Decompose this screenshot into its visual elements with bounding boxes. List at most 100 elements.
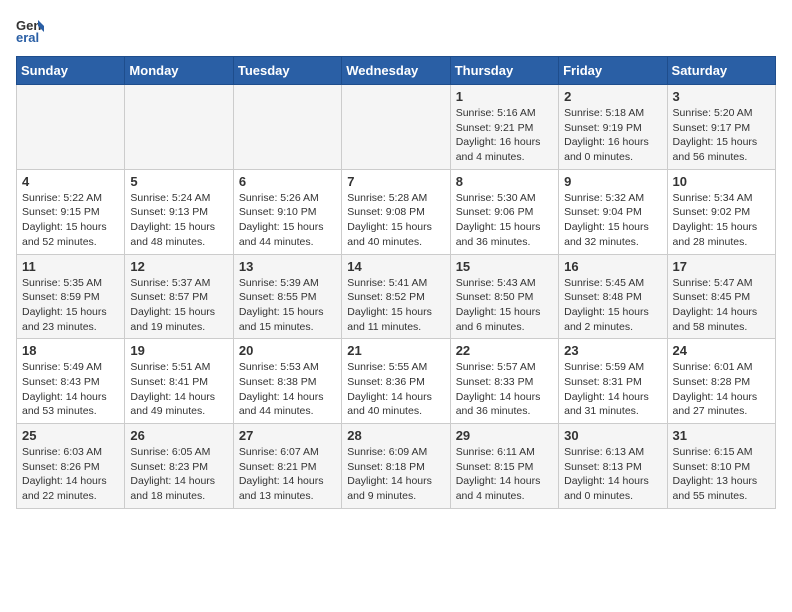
- day-number: 29: [456, 428, 553, 443]
- week-row-5: 25 Sunrise: 6:03 AM Sunset: 8:26 PM Dayli…: [17, 424, 776, 509]
- day-cell: 15 Sunrise: 5:43 AM Sunset: 8:50 PM Dayli…: [450, 254, 558, 339]
- day-number: 18: [22, 343, 119, 358]
- day-cell: 3Sunrise: 5:20 AM Sunset: 9:17 PM Daylig…: [667, 85, 775, 170]
- day-number: 27: [239, 428, 336, 443]
- day-number: 8: [456, 174, 553, 189]
- weekday-header-sunday: Sunday: [17, 57, 125, 85]
- day-info: Sunrise: 5:59 AM Sunset: 8:31 PM Dayligh…: [564, 360, 661, 419]
- day-cell: 20 Sunrise: 5:53 AM Sunset: 8:38 PM Dayli…: [233, 339, 341, 424]
- day-cell: 9Sunrise: 5:32 AM Sunset: 9:04 PM Daylig…: [559, 169, 667, 254]
- day-info: Sunrise: 6:03 AM Sunset: 8:26 PM Dayligh…: [22, 445, 119, 504]
- day-info: Sunrise: 5:39 AM Sunset: 8:55 PM Dayligh…: [239, 276, 336, 335]
- day-number: 7: [347, 174, 444, 189]
- day-info: Sunrise: 5:34 AM Sunset: 9:02 PM Dayligh…: [673, 191, 770, 250]
- day-info: Sunrise: 6:13 AM Sunset: 8:13 PM Dayligh…: [564, 445, 661, 504]
- day-info: Sunrise: 6:15 AM Sunset: 8:10 PM Dayligh…: [673, 445, 770, 504]
- day-number: 17: [673, 259, 770, 274]
- page-header: Gen eral: [16, 16, 776, 44]
- day-cell: 24 Sunrise: 6:01 AM Sunset: 8:28 PM Dayli…: [667, 339, 775, 424]
- day-info: Sunrise: 5:57 AM Sunset: 8:33 PM Dayligh…: [456, 360, 553, 419]
- day-cell: 16 Sunrise: 5:45 AM Sunset: 8:48 PM Dayli…: [559, 254, 667, 339]
- day-cell: [125, 85, 233, 170]
- day-info: Sunrise: 5:18 AM Sunset: 9:19 PM Dayligh…: [564, 106, 661, 165]
- day-cell: 10 Sunrise: 5:34 AM Sunset: 9:02 PM Dayli…: [667, 169, 775, 254]
- day-number: 25: [22, 428, 119, 443]
- day-number: 4: [22, 174, 119, 189]
- day-number: 14: [347, 259, 444, 274]
- day-info: Sunrise: 5:20 AM Sunset: 9:17 PM Dayligh…: [673, 106, 770, 165]
- day-number: 23: [564, 343, 661, 358]
- day-number: 24: [673, 343, 770, 358]
- day-number: 22: [456, 343, 553, 358]
- day-cell: 2 Sunrise: 5:18 AM Sunset: 9:19 PM Daylig…: [559, 85, 667, 170]
- calendar-table: SundayMondayTuesdayWednesdayThursdayFrid…: [16, 56, 776, 509]
- day-info: Sunrise: 5:51 AM Sunset: 8:41 PM Dayligh…: [130, 360, 227, 419]
- day-info: Sunrise: 5:45 AM Sunset: 8:48 PM Dayligh…: [564, 276, 661, 335]
- day-info: Sunrise: 5:28 AM Sunset: 9:08 PM Dayligh…: [347, 191, 444, 250]
- day-cell: 25 Sunrise: 6:03 AM Sunset: 8:26 PM Dayli…: [17, 424, 125, 509]
- day-number: 28: [347, 428, 444, 443]
- day-number: 2: [564, 89, 661, 104]
- day-info: Sunrise: 6:09 AM Sunset: 8:18 PM Dayligh…: [347, 445, 444, 504]
- day-number: 21: [347, 343, 444, 358]
- day-info: Sunrise: 6:05 AM Sunset: 8:23 PM Dayligh…: [130, 445, 227, 504]
- weekday-header-monday: Monday: [125, 57, 233, 85]
- day-info: Sunrise: 5:35 AM Sunset: 8:59 PM Dayligh…: [22, 276, 119, 335]
- day-info: Sunrise: 5:26 AM Sunset: 9:10 PM Dayligh…: [239, 191, 336, 250]
- day-number: 19: [130, 343, 227, 358]
- day-info: Sunrise: 6:07 AM Sunset: 8:21 PM Dayligh…: [239, 445, 336, 504]
- weekday-header-thursday: Thursday: [450, 57, 558, 85]
- day-cell: 13 Sunrise: 5:39 AM Sunset: 8:55 PM Dayli…: [233, 254, 341, 339]
- weekday-header-friday: Friday: [559, 57, 667, 85]
- day-cell: 26 Sunrise: 6:05 AM Sunset: 8:23 PM Dayli…: [125, 424, 233, 509]
- day-cell: 1 Sunrise: 5:16 AM Sunset: 9:21 PM Daylig…: [450, 85, 558, 170]
- week-row-4: 18 Sunrise: 5:49 AM Sunset: 8:43 PM Dayli…: [17, 339, 776, 424]
- day-number: 5: [130, 174, 227, 189]
- day-cell: 12 Sunrise: 5:37 AM Sunset: 8:57 PM Dayli…: [125, 254, 233, 339]
- day-info: Sunrise: 6:01 AM Sunset: 8:28 PM Dayligh…: [673, 360, 770, 419]
- day-number: 15: [456, 259, 553, 274]
- week-row-2: 4 Sunrise: 5:22 AM Sunset: 9:15 PM Daylig…: [17, 169, 776, 254]
- day-info: Sunrise: 5:16 AM Sunset: 9:21 PM Dayligh…: [456, 106, 553, 165]
- day-cell: 6 Sunrise: 5:26 AM Sunset: 9:10 PM Daylig…: [233, 169, 341, 254]
- day-cell: 29Sunrise: 6:11 AM Sunset: 8:15 PM Dayli…: [450, 424, 558, 509]
- day-cell: [233, 85, 341, 170]
- svg-text:eral: eral: [16, 30, 39, 44]
- day-info: Sunrise: 5:30 AM Sunset: 9:06 PM Dayligh…: [456, 191, 553, 250]
- day-number: 1: [456, 89, 553, 104]
- day-number: 13: [239, 259, 336, 274]
- day-cell: 14Sunrise: 5:41 AM Sunset: 8:52 PM Dayli…: [342, 254, 450, 339]
- day-cell: 8 Sunrise: 5:30 AM Sunset: 9:06 PM Daylig…: [450, 169, 558, 254]
- day-number: 6: [239, 174, 336, 189]
- day-cell: 31 Sunrise: 6:15 AM Sunset: 8:10 PM Dayli…: [667, 424, 775, 509]
- day-info: Sunrise: 5:43 AM Sunset: 8:50 PM Dayligh…: [456, 276, 553, 335]
- day-number: 12: [130, 259, 227, 274]
- day-info: Sunrise: 5:55 AM Sunset: 8:36 PM Dayligh…: [347, 360, 444, 419]
- day-number: 31: [673, 428, 770, 443]
- day-number: 16: [564, 259, 661, 274]
- day-number: 20: [239, 343, 336, 358]
- day-cell: 27 Sunrise: 6:07 AM Sunset: 8:21 PM Dayli…: [233, 424, 341, 509]
- day-cell: 21 Sunrise: 5:55 AM Sunset: 8:36 PM Dayli…: [342, 339, 450, 424]
- weekday-header-row: SundayMondayTuesdayWednesdayThursdayFrid…: [17, 57, 776, 85]
- day-info: Sunrise: 5:47 AM Sunset: 8:45 PM Dayligh…: [673, 276, 770, 335]
- day-cell: 18 Sunrise: 5:49 AM Sunset: 8:43 PM Dayli…: [17, 339, 125, 424]
- day-cell: [17, 85, 125, 170]
- day-number: 26: [130, 428, 227, 443]
- day-cell: 22 Sunrise: 5:57 AM Sunset: 8:33 PM Dayli…: [450, 339, 558, 424]
- weekday-header-tuesday: Tuesday: [233, 57, 341, 85]
- day-cell: [342, 85, 450, 170]
- day-info: Sunrise: 5:22 AM Sunset: 9:15 PM Dayligh…: [22, 191, 119, 250]
- day-info: Sunrise: 5:49 AM Sunset: 8:43 PM Dayligh…: [22, 360, 119, 419]
- day-info: Sunrise: 5:53 AM Sunset: 8:38 PM Dayligh…: [239, 360, 336, 419]
- day-info: Sunrise: 5:24 AM Sunset: 9:13 PM Dayligh…: [130, 191, 227, 250]
- logo-icon: Gen eral: [16, 16, 44, 44]
- day-cell: 17 Sunrise: 5:47 AM Sunset: 8:45 PM Dayli…: [667, 254, 775, 339]
- day-info: Sunrise: 5:37 AM Sunset: 8:57 PM Dayligh…: [130, 276, 227, 335]
- day-cell: 19 Sunrise: 5:51 AM Sunset: 8:41 PM Dayli…: [125, 339, 233, 424]
- week-row-1: 1 Sunrise: 5:16 AM Sunset: 9:21 PM Daylig…: [17, 85, 776, 170]
- day-number: 9: [564, 174, 661, 189]
- day-number: 10: [673, 174, 770, 189]
- day-cell: 23 Sunrise: 5:59 AM Sunset: 8:31 PM Dayli…: [559, 339, 667, 424]
- day-cell: 4 Sunrise: 5:22 AM Sunset: 9:15 PM Daylig…: [17, 169, 125, 254]
